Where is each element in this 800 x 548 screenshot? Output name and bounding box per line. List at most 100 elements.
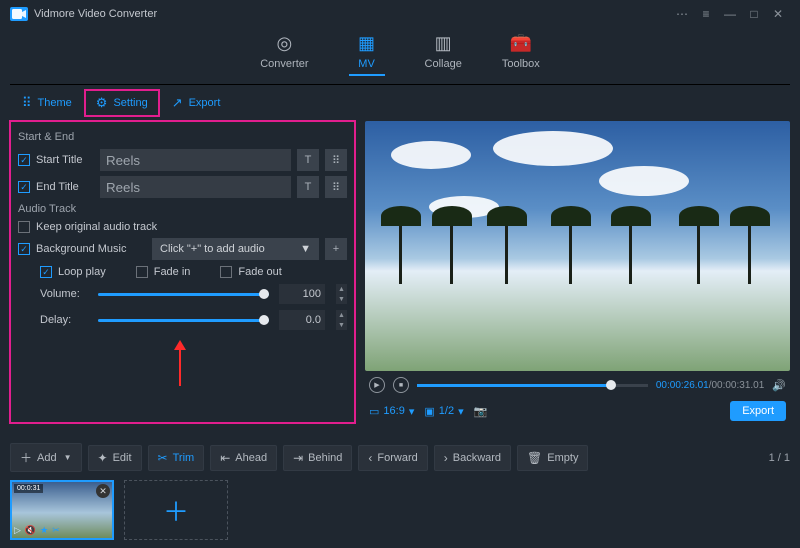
btn-label: Forward <box>377 452 417 464</box>
play-button[interactable]: ▶ <box>369 377 385 393</box>
text-layout-button[interactable]: ⠿ <box>325 176 347 198</box>
snapshot-icon[interactable]: 📷 <box>474 405 488 418</box>
trash-icon: 🗑 <box>527 451 542 465</box>
text-style-button[interactable]: T <box>297 149 319 171</box>
behind-button[interactable]: ⇥Behind <box>283 445 352 471</box>
end-title-input[interactable] <box>100 176 291 198</box>
text-style-button[interactable]: T <box>297 176 319 198</box>
delay-stepper[interactable]: ▲▼ <box>335 310 347 330</box>
time-total: 00:00:31.01 <box>711 380 764 391</box>
zoom-dropdown[interactable]: ▣ 1/2 ▾ <box>424 405 463 418</box>
backward-button[interactable]: ›Backward <box>434 445 511 471</box>
plus-icon: ＋ <box>163 492 189 529</box>
bg-music-checkbox[interactable]: ✓ <box>18 243 30 255</box>
loop-checkbox[interactable]: ✓ <box>40 266 52 278</box>
mv-icon: ▦ <box>358 32 375 54</box>
ahead-icon: ⇤ <box>220 451 230 465</box>
timecode: 00:00:26.01/00:00:31.01 <box>656 380 764 391</box>
star-icon[interactable]: ★ <box>40 525 48 536</box>
audio-track-header: Audio Track <box>18 203 347 215</box>
zoom-icon: ▣ <box>424 405 434 418</box>
app-logo-icon <box>10 7 28 21</box>
maximize-icon[interactable]: □ <box>742 7 766 21</box>
fadeout-checkbox[interactable]: ✓ <box>220 266 232 278</box>
volume-icon[interactable]: 🔊 <box>772 379 786 392</box>
bg-music-label: Background Music <box>36 243 146 255</box>
video-preview[interactable] <box>365 121 790 371</box>
mute-icon[interactable]: 🔇 <box>25 525 36 536</box>
keep-original-checkbox[interactable]: ✓ <box>18 221 30 233</box>
btn-label: Backward <box>453 452 501 464</box>
remove-clip-icon[interactable]: ✕ <box>96 484 110 498</box>
add-audio-button[interactable]: + <box>325 238 347 260</box>
start-end-header: Start & End <box>18 131 347 143</box>
collage-icon: ▥ <box>435 32 452 54</box>
tab-label: Export <box>189 97 221 109</box>
start-title-checkbox[interactable]: ✓ <box>18 154 30 166</box>
fadein-checkbox[interactable]: ✓ <box>136 266 148 278</box>
trim-button[interactable]: ✂Trim <box>148 445 205 471</box>
minimize-icon[interactable]: — <box>718 7 742 21</box>
tab-setting[interactable]: ⚙ Setting <box>84 89 160 117</box>
forward-icon: ‹ <box>368 451 372 465</box>
tab-theme[interactable]: ⠿ Theme <box>10 89 84 117</box>
plus-icon: ＋ <box>20 449 32 466</box>
nav-converter[interactable]: ◎ Converter <box>260 32 308 76</box>
wand-icon: ✦ <box>98 451 108 465</box>
aspect-ratio-dropdown[interactable]: ▭ 16:9 ▾ <box>369 405 414 418</box>
btn-label: Ahead <box>235 452 267 464</box>
page-indicator: 1 / 1 <box>769 452 790 464</box>
forward-button[interactable]: ‹ Forward <box>358 445 427 471</box>
nav-collage[interactable]: ▥ Collage <box>425 32 462 76</box>
loop-label: Loop play <box>58 266 106 278</box>
start-title-input[interactable] <box>100 149 291 171</box>
bg-music-dropdown[interactable]: Click "+" to add audio ▼ <box>152 238 319 260</box>
aspect-icon: ▭ <box>369 405 379 418</box>
volume-label: Volume: <box>40 288 88 300</box>
end-title-label: End Title <box>36 181 94 193</box>
behind-icon: ⇥ <box>293 451 303 465</box>
add-clip-slot[interactable]: ＋ <box>124 480 228 540</box>
chevron-down-icon: ▼ <box>300 243 311 255</box>
nav-label: Toolbox <box>502 58 540 70</box>
volume-stepper[interactable]: ▲▼ <box>335 284 347 304</box>
text-layout-button[interactable]: ⠿ <box>325 149 347 171</box>
theme-icon: ⠿ <box>22 95 32 111</box>
converter-icon: ◎ <box>277 32 293 54</box>
clip-thumbnail[interactable]: 00:0:31 ✕ ▷ 🔇 ★ ✂ <box>10 480 114 540</box>
keep-original-label: Keep original audio track <box>36 221 157 233</box>
nav-label: Converter <box>260 58 308 70</box>
export-button[interactable]: Export <box>730 401 786 421</box>
nav-mv[interactable]: ▦ MV <box>349 32 385 76</box>
edit-button[interactable]: ✦Edit <box>88 445 142 471</box>
delay-slider[interactable] <box>98 313 269 327</box>
menu-icon[interactable]: ≡ <box>694 7 718 21</box>
btn-label: Trim <box>173 452 195 464</box>
tab-export[interactable]: ↗ Export <box>160 89 233 117</box>
fadeout-label: Fade out <box>238 266 281 278</box>
bg-music-placeholder: Click "+" to add audio <box>160 243 265 255</box>
delay-value: 0.0 <box>279 310 325 330</box>
chevron-down-icon: ▾ <box>409 405 415 418</box>
btn-label: Add <box>37 452 57 464</box>
play-icon[interactable]: ▷ <box>14 525 21 536</box>
end-title-checkbox[interactable]: ✓ <box>18 181 30 193</box>
stop-button[interactable]: ■ <box>393 377 409 393</box>
fadein-label: Fade in <box>154 266 191 278</box>
feedback-icon[interactable]: ⋯ <box>670 7 694 21</box>
nav-toolbox[interactable]: 🧰 Toolbox <box>502 32 540 76</box>
add-button[interactable]: ＋Add▼ <box>10 443 82 472</box>
start-title-label: Start Title <box>36 154 94 166</box>
app-title: Vidmore Video Converter <box>34 8 157 20</box>
timeline-slider[interactable] <box>417 384 648 387</box>
ahead-button[interactable]: ⇤ Ahead <box>210 445 277 471</box>
empty-button[interactable]: 🗑Empty <box>517 445 588 471</box>
volume-slider[interactable] <box>98 287 269 301</box>
zoom-value: 1/2 <box>439 405 454 417</box>
nav-label: Collage <box>425 58 462 70</box>
scissors-icon[interactable]: ✂ <box>52 525 60 536</box>
nav-label: MV <box>358 58 375 70</box>
chevron-down-icon: ▾ <box>458 405 464 418</box>
tab-label: Theme <box>38 97 72 109</box>
close-icon[interactable]: ✕ <box>766 7 790 21</box>
